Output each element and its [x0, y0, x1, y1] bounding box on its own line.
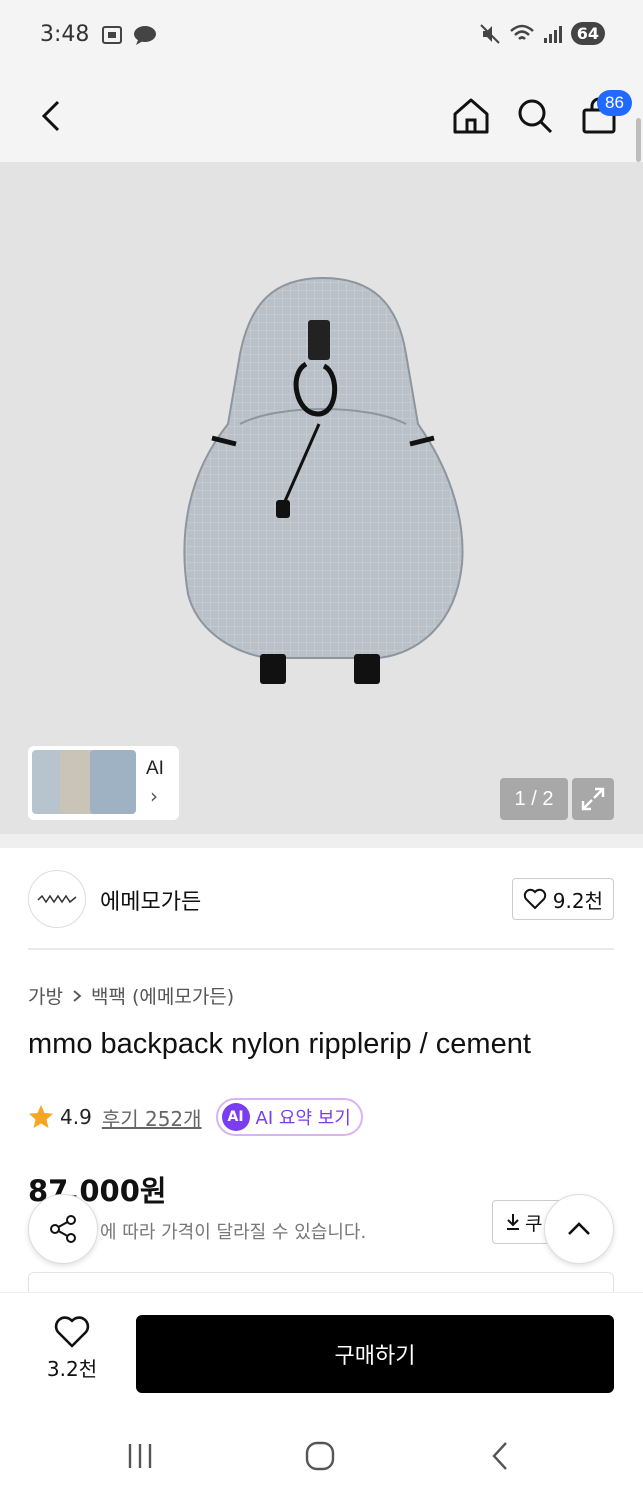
ai-summary-button[interactable]: AI AI 요약 보기: [215, 1098, 363, 1136]
ai-badge-icon: AI: [221, 1103, 250, 1131]
search-icon: [518, 99, 553, 134]
brand-like-button[interactable]: 9.2천: [511, 878, 614, 920]
system-nav-bar: [0, 1412, 643, 1500]
recent-apps-button[interactable]: [115, 1436, 165, 1476]
wifi-icon: [509, 24, 534, 40]
chevron-left-icon: [492, 1442, 507, 1470]
product-image-gallery[interactable]: AI › 1 / 2: [0, 162, 643, 834]
wave-logo-icon: [37, 894, 77, 904]
breadcrumb-category[interactable]: 가방: [28, 982, 63, 1009]
expand-icon: [581, 787, 605, 811]
back-nav-button[interactable]: [476, 1436, 526, 1476]
signal-icon: [543, 25, 562, 43]
chevron-up-icon: [568, 1222, 590, 1235]
rating-value: 4.9: [60, 1105, 92, 1129]
cart-count-badge: 86: [597, 90, 632, 116]
chat-icon: [134, 26, 156, 45]
recent-apps-icon: [128, 1444, 152, 1468]
brand-name[interactable]: 에메모가든: [100, 884, 201, 916]
chevron-left-icon: [41, 100, 60, 132]
thumbnail-blue[interactable]: [90, 750, 136, 814]
wishlist-button[interactable]: 3.2천: [30, 1315, 114, 1395]
ai-summary-label: AI 요약 보기: [255, 1108, 351, 1129]
scroll-top-button[interactable]: [544, 1194, 614, 1264]
thumbnail-strip[interactable]: AI ›: [28, 746, 179, 820]
home-circle-icon: [305, 1441, 335, 1471]
thumbnail-ai-label[interactable]: AI: [146, 758, 164, 780]
heart-icon: [523, 888, 546, 910]
expand-image-button[interactable]: [572, 778, 614, 820]
wishlist-count: 3.2천: [46, 1357, 98, 1381]
status-bar: 3:48 64: [0, 0, 643, 72]
review-link[interactable]: 후기 252개: [102, 1103, 202, 1132]
brand-row[interactable]: 에메모가든 9.2천: [28, 870, 614, 930]
breadcrumb-subcategory[interactable]: 백팩 (에메모가든): [91, 982, 234, 1009]
app-header: 86: [0, 72, 643, 162]
star-icon: [29, 1105, 53, 1128]
battery-indicator: 64: [570, 22, 605, 45]
header-actions: 86: [447, 88, 632, 144]
heart-icon: [54, 1316, 90, 1348]
chevron-right-icon: [73, 989, 82, 1002]
home-icon: [453, 98, 489, 134]
scrollbar[interactable]: [636, 118, 641, 162]
rating-row: 4.9 후기 252개 AI AI 요약 보기: [28, 1098, 363, 1136]
status-system-icons: 64: [479, 22, 605, 45]
home-button[interactable]: [447, 88, 495, 144]
chevron-right-icon[interactable]: ›: [150, 784, 158, 808]
mute-icon: [480, 23, 500, 44]
share-icon: [50, 1215, 76, 1243]
section-divider: [0, 834, 643, 848]
product-title: mmo backpack nylon ripplerip / cement: [28, 1028, 531, 1060]
status-notification-icons: [100, 24, 158, 46]
buy-button[interactable]: 구매하기: [136, 1315, 614, 1393]
home-nav-button[interactable]: [295, 1436, 345, 1476]
share-button[interactable]: [28, 1194, 98, 1264]
product-image: [183, 276, 464, 684]
search-button[interactable]: [511, 88, 559, 144]
price-note: 에 따라 가격이 달라질 수 있습니다.: [100, 1222, 367, 1243]
brand-divider: [28, 948, 614, 950]
bottom-action-bar: 3.2천 구매하기: [0, 1292, 643, 1412]
cart-button[interactable]: 86: [575, 88, 632, 144]
back-button[interactable]: [30, 92, 74, 140]
download-icon: [507, 1214, 519, 1230]
screenshot-icon: [102, 26, 122, 44]
coupon-label: 쿠: [525, 1212, 543, 1235]
brand-logo[interactable]: [28, 870, 86, 928]
status-time: 3:48: [40, 22, 90, 47]
brand-like-count: 9.2천: [552, 888, 603, 913]
image-page-indicator: 1 / 2: [500, 778, 568, 820]
breadcrumb: 가방 백팩 (에메모가든): [28, 982, 234, 1009]
